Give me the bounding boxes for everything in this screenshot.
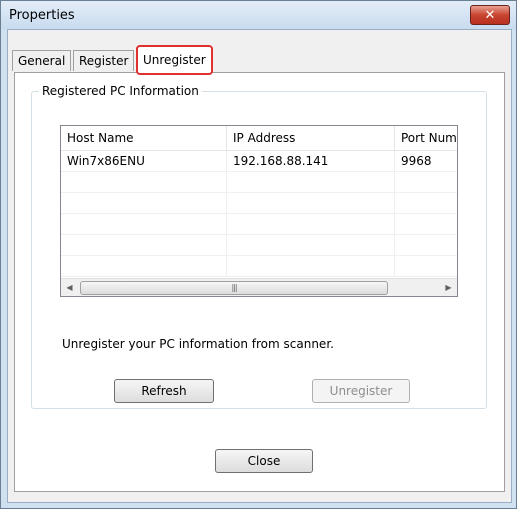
empty-cell (227, 256, 395, 276)
unregister-tab-panel: Registered PC Information Host Name IP A… (14, 72, 505, 492)
refresh-button[interactable]: Refresh (114, 379, 214, 403)
title-bar: Properties ✕ (1, 1, 516, 29)
empty-cell (227, 172, 395, 192)
cell-host-name: Win7x86ENU (61, 151, 227, 171)
scroll-right-arrow-icon[interactable]: ▶ (440, 279, 457, 296)
unregister-button[interactable]: Unregister (312, 379, 410, 403)
horizontal-scrollbar[interactable]: ◀ ||| ▶ (61, 278, 457, 296)
tab-unregister[interactable]: Unregister (136, 45, 213, 75)
properties-window: Properties ✕ General Register Unregister… (0, 0, 517, 509)
empty-cell (61, 214, 227, 234)
tab-general[interactable]: General (12, 50, 72, 71)
unregister-message: Unregister your PC information from scan… (62, 337, 334, 351)
column-header-host-name[interactable]: Host Name (61, 126, 227, 150)
column-header-port-number[interactable]: Port Numb (395, 126, 457, 150)
window-close-button[interactable]: ✕ (470, 5, 510, 25)
registered-pc-list[interactable]: Host Name IP Address Port Numb Win7x86EN… (60, 125, 458, 297)
close-icon: ✕ (484, 7, 496, 23)
empty-row (61, 235, 457, 256)
empty-cell (227, 193, 395, 213)
grip-icon: ||| (231, 283, 237, 292)
close-button[interactable]: Close (215, 449, 313, 473)
cell-ip-address: 192.168.88.141 (227, 151, 395, 171)
cell-port-number: 9968 (401, 154, 432, 168)
empty-row (61, 172, 457, 193)
empty-row (61, 256, 457, 277)
empty-row (61, 193, 457, 214)
list-header: Host Name IP Address Port Numb (61, 126, 457, 151)
empty-cell (61, 235, 227, 255)
table-row[interactable]: Win7x86ENU 192.168.88.141 9968 (61, 151, 457, 172)
scroll-left-arrow-icon[interactable]: ◀ (61, 279, 78, 296)
registered-pc-group: Registered PC Information Host Name IP A… (31, 84, 487, 409)
window-title: Properties (9, 8, 75, 23)
column-header-ip-address[interactable]: IP Address (227, 126, 395, 150)
empty-cell (227, 235, 395, 255)
empty-cell (61, 193, 227, 213)
scroll-thumb[interactable]: ||| (80, 281, 388, 295)
empty-row (61, 214, 457, 235)
empty-cell (227, 214, 395, 234)
dialog-client-area: General Register Unregister Registered P… (7, 29, 512, 503)
empty-cell (61, 172, 227, 192)
empty-cell (61, 256, 227, 276)
tab-register[interactable]: Register (73, 50, 135, 71)
group-label: Registered PC Information (39, 84, 202, 98)
